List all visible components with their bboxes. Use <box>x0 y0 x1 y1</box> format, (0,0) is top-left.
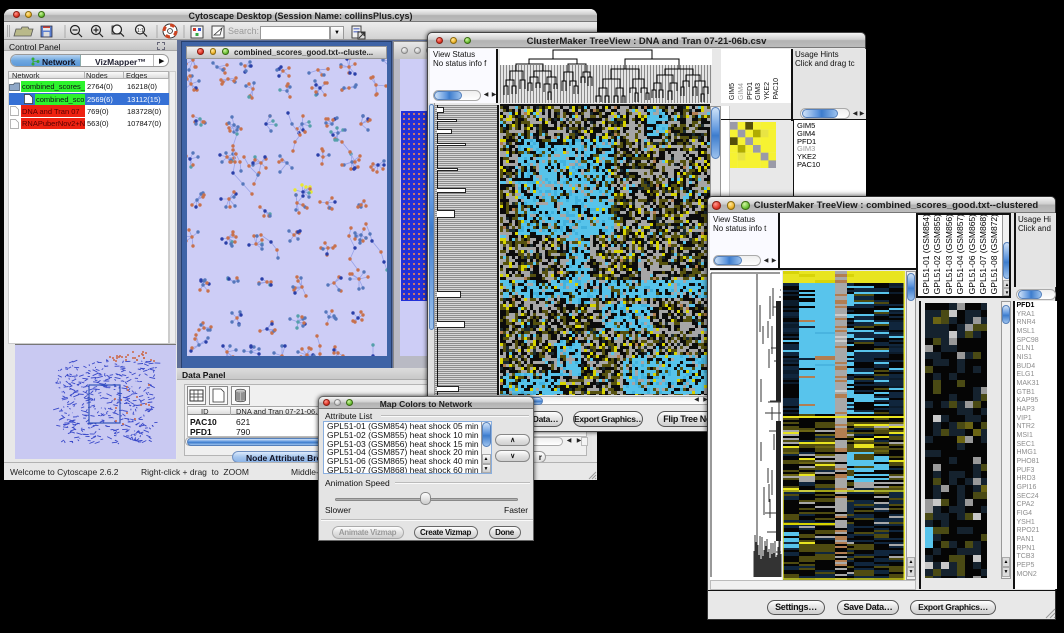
svg-text:1:1: 1:1 <box>137 28 144 34</box>
